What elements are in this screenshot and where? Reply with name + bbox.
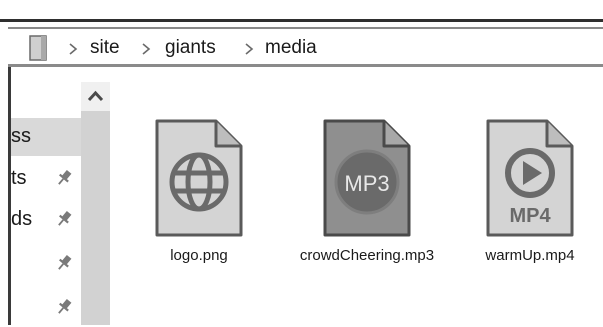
chevron-right-icon bbox=[69, 43, 78, 55]
title-bar bbox=[0, 0, 603, 22]
mp4-file-icon: MP4 bbox=[486, 119, 574, 237]
file-name: crowdCheering.mp3 bbox=[299, 247, 435, 264]
pin-icon[interactable] bbox=[53, 252, 75, 274]
sidebar-item[interactable]: ss bbox=[11, 118, 81, 156]
toolbar-gap bbox=[0, 22, 603, 26]
globe-file-icon bbox=[155, 119, 243, 237]
vertical-scrollbar[interactable] bbox=[81, 82, 110, 325]
sidebar-item[interactable]: ds bbox=[11, 201, 81, 239]
mp3-file-icon: MP3 bbox=[323, 119, 411, 237]
sidebar-item-label: ss bbox=[11, 125, 31, 147]
sidebar-item-label: ds bbox=[11, 208, 33, 230]
sidebar-item[interactable] bbox=[11, 289, 81, 327]
sidebar-item-label: ts bbox=[11, 167, 27, 189]
file-name: logo.png bbox=[170, 247, 228, 264]
breadcrumb-item-media[interactable]: media bbox=[265, 36, 317, 60]
mp4-badge: MP4 bbox=[509, 205, 551, 227]
pin-icon[interactable] bbox=[53, 167, 75, 189]
pin-icon[interactable] bbox=[53, 296, 75, 318]
pin-icon[interactable] bbox=[53, 208, 75, 230]
sidebar-item[interactable] bbox=[11, 245, 81, 283]
folder-icon bbox=[29, 35, 47, 61]
file-explorer-window: site giants media ss ts ds logo.png MP3 … bbox=[0, 0, 603, 325]
chevron-up-icon bbox=[87, 90, 104, 102]
file-name: warmUp.mp4 bbox=[485, 247, 575, 264]
chevron-right-icon bbox=[245, 43, 254, 55]
breadcrumb-item-site[interactable]: site bbox=[90, 36, 120, 60]
mp3-badge: MP3 bbox=[344, 171, 389, 196]
sidebar-item[interactable]: ts bbox=[11, 160, 81, 198]
address-bar[interactable]: site giants media bbox=[8, 27, 603, 67]
breadcrumb-item-giants[interactable]: giants bbox=[165, 36, 216, 60]
chevron-right-icon bbox=[142, 43, 151, 55]
scroll-up-button[interactable] bbox=[81, 82, 110, 111]
navigation-pane: ss ts ds bbox=[11, 67, 81, 325]
